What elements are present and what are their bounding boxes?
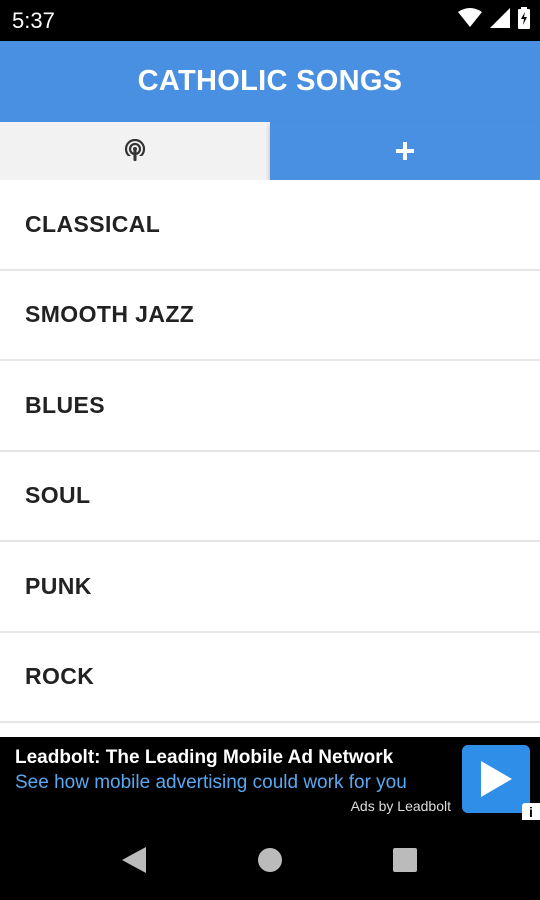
wifi-icon — [458, 8, 482, 27]
play-icon — [481, 761, 512, 797]
ad-title: Leadbolt: The Leading Mobile Ad Network — [15, 747, 394, 768]
list-item-label: SOUL — [25, 482, 91, 509]
nav-bar — [0, 820, 540, 900]
list-item-soul[interactable]: SOUL — [0, 452, 540, 542]
back-icon — [122, 847, 146, 873]
list-item-label: ROCK — [25, 663, 95, 690]
list-item-punk[interactable]: PUNK — [0, 542, 540, 633]
ad-attribution: Ads by Leadbolt — [350, 798, 451, 814]
genre-list: CLASSICAL SMOOTH JAZZ BLUES SOUL PUNK RO… — [0, 180, 540, 737]
podcast-icon — [124, 139, 146, 161]
app-title: CATHOLIC SONGS — [137, 65, 403, 97]
list-item-label: PUNK — [25, 572, 92, 599]
list-item-label: BLUES — [25, 391, 105, 418]
ad-play-button[interactable] — [462, 745, 530, 813]
ad-info-icon[interactable]: i — [522, 803, 540, 821]
list-item-smooth-jazz[interactable]: SMOOTH JAZZ — [0, 271, 540, 361]
ad-subtitle: See how mobile advertising could work fo… — [15, 772, 407, 793]
plus-icon — [396, 142, 414, 160]
list-item-blues[interactable]: BLUES — [0, 361, 540, 452]
status-time: 5:37 — [12, 8, 55, 33]
home-icon — [258, 848, 282, 872]
nav-home-button[interactable] — [252, 842, 288, 878]
tab-add[interactable] — [270, 122, 540, 180]
list-item-rock[interactable]: ROCK — [0, 633, 540, 723]
nav-recents-button[interactable] — [387, 842, 423, 878]
ad-banner[interactable]: Leadbolt: The Leading Mobile Ad Network … — [0, 737, 540, 821]
list-item-label: CLASSICAL — [25, 210, 161, 237]
status-icons — [458, 7, 530, 29]
list-item-classical[interactable]: CLASSICAL — [0, 180, 540, 271]
signal-icon — [490, 8, 510, 28]
recents-icon — [393, 848, 417, 872]
list-item-label: SMOOTH JAZZ — [25, 301, 195, 328]
app-bar: CATHOLIC SONGS — [0, 41, 540, 122]
tab-podcast[interactable] — [0, 122, 270, 180]
status-bar: 5:37 — [0, 0, 540, 41]
tab-bar — [0, 122, 540, 180]
nav-back-button[interactable] — [116, 842, 152, 878]
battery-icon — [518, 7, 530, 29]
